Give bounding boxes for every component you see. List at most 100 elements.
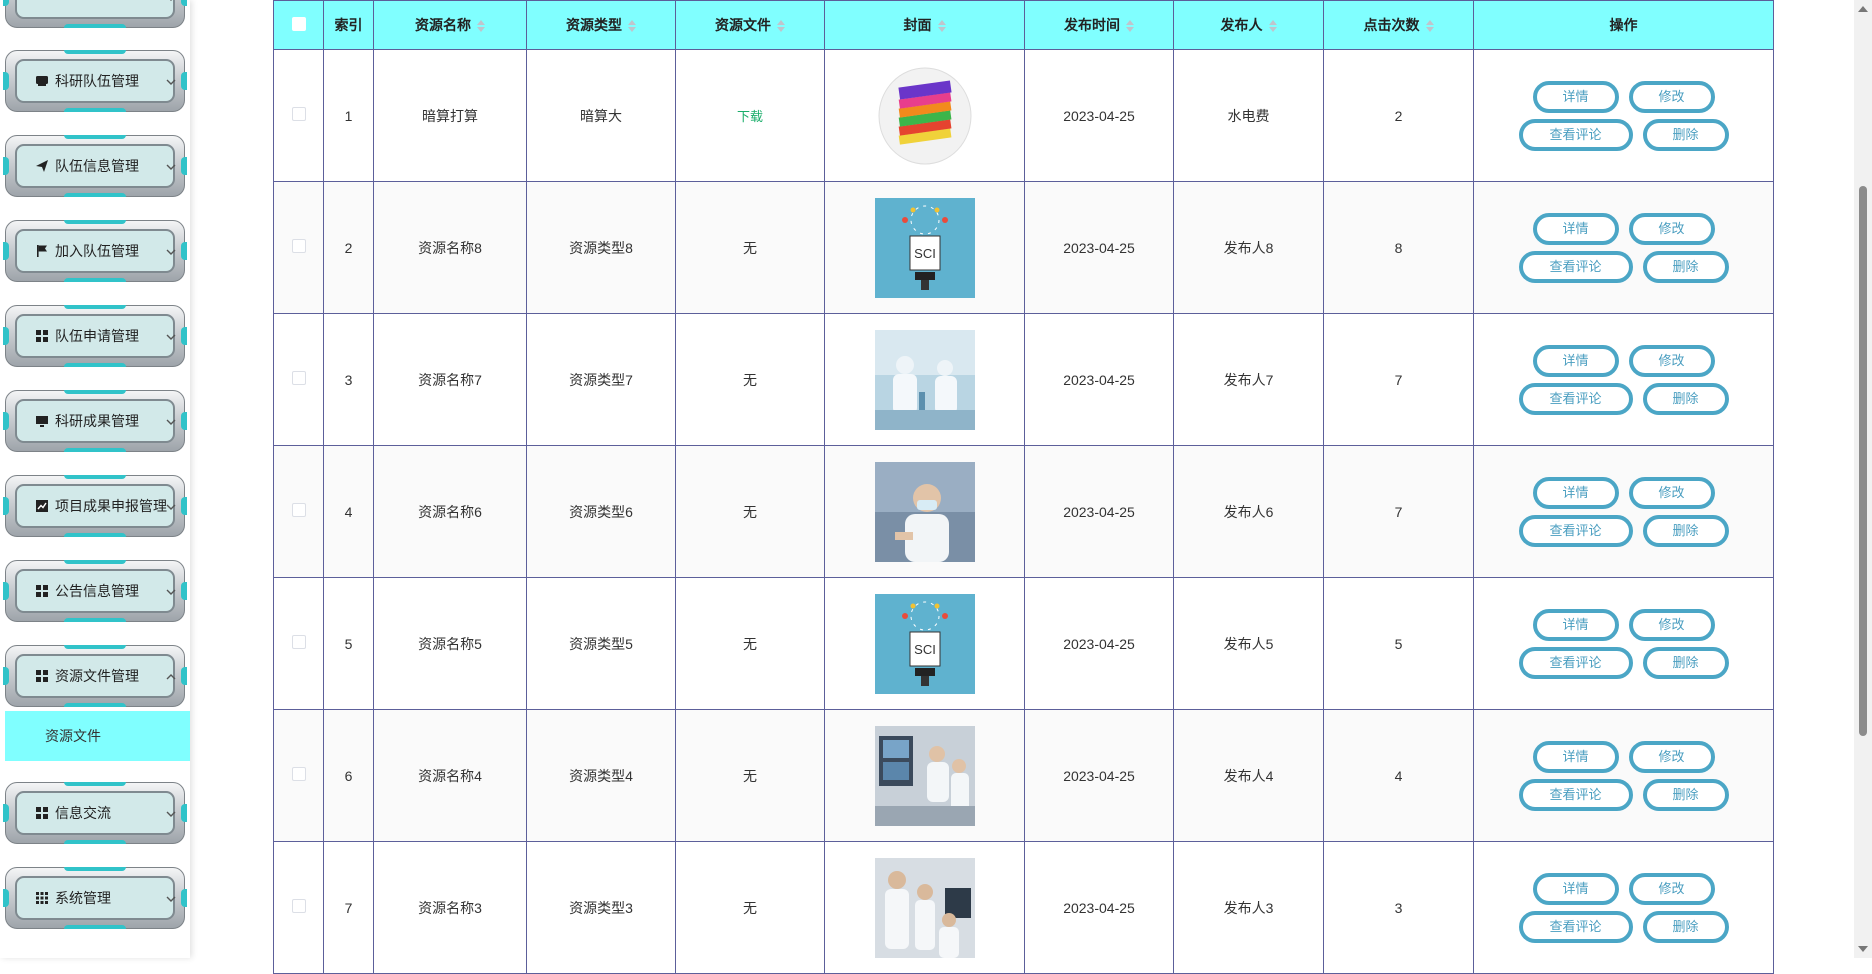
table-row: 7 资源名称3 资源类型3 无 2023-04-25 发布人3 3 详情 修改 查看评论 删除 bbox=[273, 841, 1774, 974]
publish-date-cell: 2023-04-25 bbox=[1024, 841, 1174, 974]
column-header[interactable]: 资源类型 bbox=[526, 0, 676, 50]
index-cell: 5 bbox=[323, 577, 374, 710]
delete-button[interactable]: 删除 bbox=[1642, 250, 1729, 283]
grid-icon bbox=[35, 806, 49, 820]
delete-button[interactable]: 删除 bbox=[1642, 778, 1729, 811]
sidebar-item-research-team[interactable]: 科研队伍管理 bbox=[3, 50, 187, 112]
view-comments-button[interactable]: 查看评论 bbox=[1518, 910, 1633, 943]
grid-icon bbox=[35, 584, 49, 598]
sidebar-item-system[interactable]: 系统管理 bbox=[3, 867, 187, 929]
resource-type-cell: 资源类型6 bbox=[526, 445, 676, 578]
scrollbar[interactable] bbox=[1854, 0, 1872, 958]
scrollbar-thumb[interactable] bbox=[1859, 186, 1867, 736]
row-checkbox[interactable] bbox=[291, 371, 306, 385]
detail-button[interactable]: 详情 bbox=[1532, 608, 1619, 641]
edit-button[interactable]: 修改 bbox=[1628, 872, 1715, 905]
sidebar-item-team-info[interactable]: 队伍信息管理 bbox=[3, 135, 187, 197]
sort-icon[interactable] bbox=[628, 20, 636, 33]
sidebar-item-announcements[interactable]: 公告信息管理 bbox=[3, 560, 187, 622]
column-header[interactable]: 封面 bbox=[824, 0, 1025, 50]
row-checkbox[interactable] bbox=[291, 767, 306, 781]
detail-button[interactable]: 详情 bbox=[1532, 740, 1619, 773]
publisher-cell: 水电费 bbox=[1173, 49, 1324, 182]
resource-type-cell: 资源类型3 bbox=[526, 841, 676, 974]
delete-button[interactable]: 删除 bbox=[1642, 514, 1729, 547]
resource-file-cell: 无 bbox=[675, 841, 825, 974]
edit-button[interactable]: 修改 bbox=[1628, 344, 1715, 377]
delete-button[interactable]: 删除 bbox=[1642, 382, 1729, 415]
sort-icon[interactable] bbox=[1268, 20, 1277, 33]
sort-icon[interactable] bbox=[1126, 20, 1134, 33]
resource-file-cell: 无 bbox=[675, 709, 825, 842]
scroll-down-arrow-icon[interactable] bbox=[1858, 946, 1868, 952]
edit-button[interactable]: 修改 bbox=[1628, 80, 1715, 113]
sidebar-item-research-results[interactable]: 科研成果管理 bbox=[3, 390, 187, 452]
sidebar-item-resource-files[interactable]: 资源文件管理 bbox=[3, 645, 187, 707]
actions-cell: 详情 修改查看评论 删除 bbox=[1473, 181, 1774, 314]
cover-cell bbox=[824, 313, 1025, 446]
edit-button[interactable]: 修改 bbox=[1628, 212, 1715, 245]
detail-button[interactable]: 详情 bbox=[1532, 80, 1619, 113]
click-count-cell: 4 bbox=[1323, 709, 1474, 842]
index-cell: 7 bbox=[323, 841, 374, 974]
table-row: 4 资源名称6 资源类型6 无 2023-04-25 发布人6 7 详情 修改 查看评论 删除 bbox=[273, 445, 1774, 578]
delete-button[interactable]: 删除 bbox=[1642, 910, 1729, 943]
row-checkbox[interactable] bbox=[291, 899, 306, 913]
edit-button[interactable]: 修改 bbox=[1628, 740, 1715, 773]
submenu-item-resource-file[interactable]: 资源文件 bbox=[5, 711, 190, 761]
column-header-label: 点击次数 bbox=[1363, 17, 1420, 33]
chevron-up-icon bbox=[165, 670, 177, 682]
svg-text:SCI: SCI bbox=[914, 642, 936, 657]
resource-type-cell: 资源类型4 bbox=[526, 709, 676, 842]
actions-cell: 详情 修改查看评论 删除 bbox=[1473, 841, 1774, 974]
detail-button[interactable]: 详情 bbox=[1532, 344, 1619, 377]
view-comments-button[interactable]: 查看评论 bbox=[1518, 250, 1633, 283]
sidebar-item-top[interactable] bbox=[3, 0, 187, 28]
column-header[interactable]: 发布时间 bbox=[1024, 0, 1174, 50]
detail-button[interactable]: 详情 bbox=[1532, 212, 1619, 245]
send-icon bbox=[35, 159, 49, 173]
download-link[interactable]: 下载 bbox=[737, 109, 763, 124]
cover-cell bbox=[824, 709, 1025, 842]
view-comments-button[interactable]: 查看评论 bbox=[1518, 778, 1633, 811]
sort-icon[interactable] bbox=[1425, 20, 1434, 33]
view-comments-button[interactable]: 查看评论 bbox=[1518, 646, 1633, 679]
detail-button[interactable]: 详情 bbox=[1532, 476, 1619, 509]
grid-icon bbox=[35, 329, 49, 343]
row-checkbox[interactable] bbox=[291, 503, 306, 517]
delete-button[interactable]: 删除 bbox=[1642, 118, 1729, 151]
sidebar-item-team-application[interactable]: 队伍申请管理 bbox=[3, 305, 187, 367]
scroll-up-arrow-icon[interactable] bbox=[1858, 6, 1868, 12]
column-header-label: 索引 bbox=[334, 17, 363, 33]
table-row: 6 资源名称4 资源类型4 无 2023-04-25 发布人4 4 详情 修改 查看评论 删除 bbox=[273, 709, 1774, 842]
edit-button[interactable]: 修改 bbox=[1628, 476, 1715, 509]
column-header[interactable]: 点击次数 bbox=[1323, 0, 1474, 50]
resource-type-cell: 资源类型8 bbox=[526, 181, 676, 314]
detail-button[interactable]: 详情 bbox=[1532, 872, 1619, 905]
view-comments-button[interactable]: 查看评论 bbox=[1518, 382, 1633, 415]
row-checkbox[interactable] bbox=[291, 635, 306, 649]
lab-team-image bbox=[825, 857, 1024, 958]
row-checkbox[interactable] bbox=[291, 107, 306, 121]
resource-name-cell: 资源名称7 bbox=[373, 313, 527, 446]
sidebar-item-project-declaration[interactable]: 项目成果申报管理 bbox=[3, 475, 187, 537]
sidebar-item-join-team[interactable]: 加入队伍管理 bbox=[3, 220, 187, 282]
select-all-checkbox[interactable] bbox=[291, 16, 306, 31]
chevron-down-icon bbox=[165, 415, 177, 427]
sort-icon[interactable] bbox=[477, 20, 485, 33]
column-header-label: 发布时间 bbox=[1064, 17, 1120, 33]
view-comments-button[interactable]: 查看评论 bbox=[1518, 118, 1633, 151]
column-header[interactable]: 发布人 bbox=[1173, 0, 1324, 50]
sort-icon[interactable] bbox=[937, 20, 946, 33]
column-header[interactable]: 资源文件 bbox=[675, 0, 825, 50]
submenu-item-label: 资源文件 bbox=[45, 728, 101, 744]
sidebar-item-communication[interactable]: 信息交流 bbox=[3, 782, 187, 844]
row-checkbox[interactable] bbox=[291, 239, 306, 253]
index-cell: 4 bbox=[323, 445, 374, 578]
sort-icon[interactable] bbox=[777, 20, 785, 33]
column-header[interactable]: 资源名称 bbox=[373, 0, 527, 50]
row-select-cell bbox=[273, 445, 324, 578]
view-comments-button[interactable]: 查看评论 bbox=[1518, 514, 1633, 547]
edit-button[interactable]: 修改 bbox=[1628, 608, 1715, 641]
delete-button[interactable]: 删除 bbox=[1642, 646, 1729, 679]
